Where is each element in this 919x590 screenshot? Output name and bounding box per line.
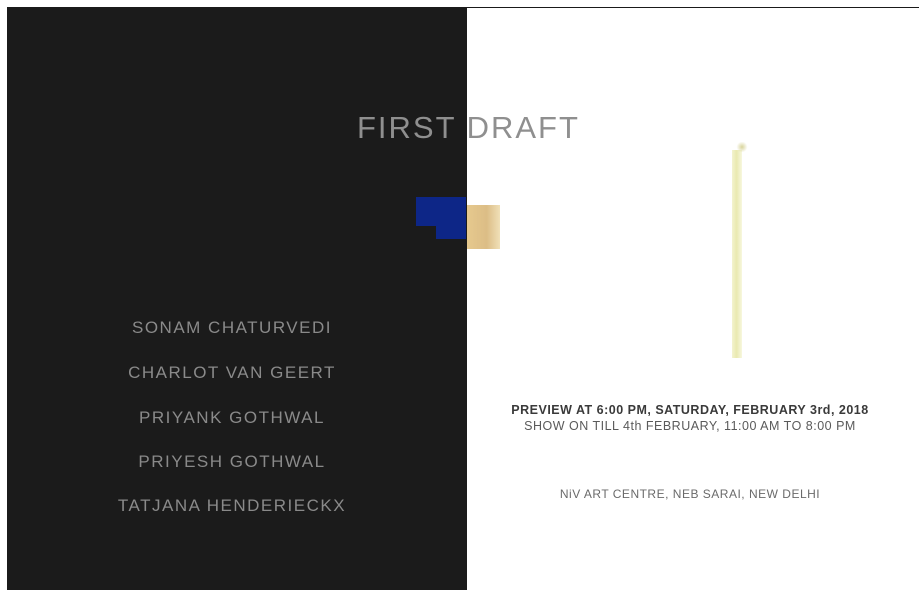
preview-info: PREVIEW AT 6:00 PM, SATURDAY, FEBRUARY 3…: [511, 403, 869, 417]
blue-block-notch: [416, 226, 436, 239]
venue-info: NiV ART CENTRE, NEB SARAI, NEW DELHI: [559, 487, 821, 501]
exhibition-title: FIRST DRAFT: [357, 110, 580, 145]
vertical-sculpture-image: [732, 150, 742, 358]
artist-name: TATJANA HENDERIECKX: [117, 496, 347, 515]
artist-name: PRIYANK GOTHWAL: [139, 408, 325, 427]
artist-name: CHARLOT VAN GEERT: [128, 363, 336, 382]
gold-artwork-block: [467, 205, 500, 249]
sculpture-tip-image: [736, 142, 748, 152]
exhibition-poster: FIRST DRAFT SONAM CHATURVEDI CHARLOT VAN…: [0, 0, 919, 590]
show-dates-info: SHOW ON TILL 4th FEBRUARY, 11:00 AM TO 8…: [524, 419, 856, 433]
artist-name: PRIYESH GOTHWAL: [138, 452, 326, 471]
artist-name: SONAM CHATURVEDI: [131, 318, 332, 337]
